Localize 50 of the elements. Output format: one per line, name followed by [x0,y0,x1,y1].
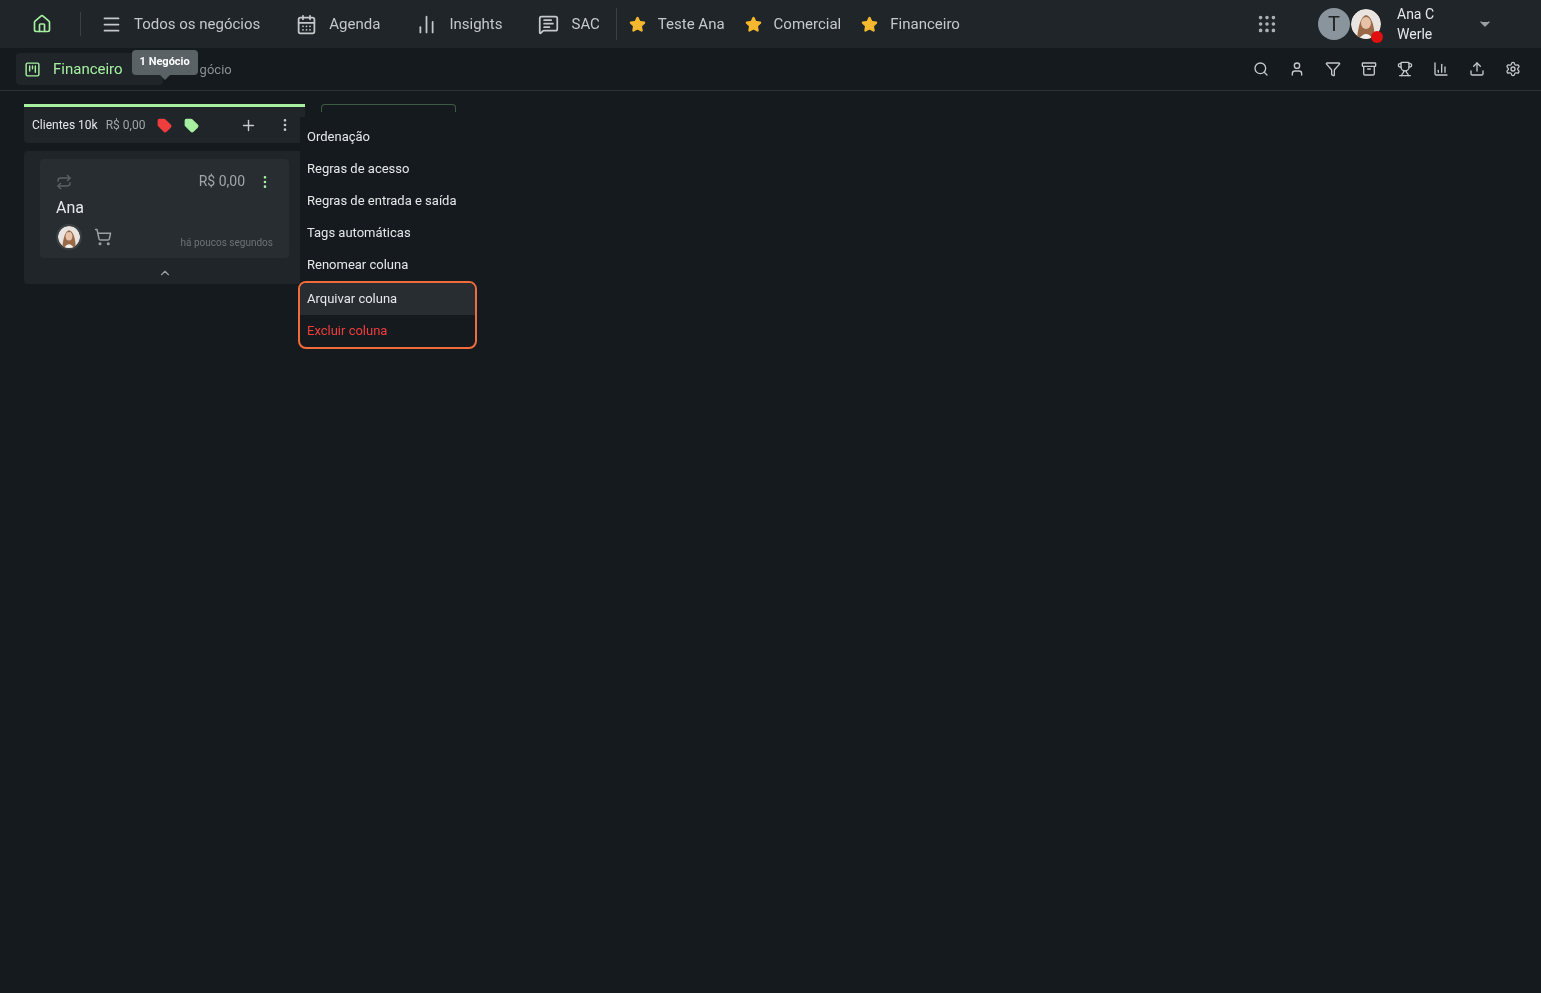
settings-button[interactable] [1505,61,1521,77]
search-icon [1253,61,1269,77]
star-icon [628,15,646,33]
card-time: há poucos segundos [180,236,273,250]
settings-icon [1505,61,1521,77]
home-icon [32,14,52,34]
menu-item[interactable]: Arquivar coluna [300,283,475,315]
favorite-link[interactable]: Comercial [744,12,842,36]
favorite-link[interactable]: Financeiro [861,12,960,36]
transfer-icon [56,173,72,190]
star-icon [744,15,762,33]
menu-item[interactable]: Regras de entrada e saída [300,185,477,217]
archive-button[interactable] [1361,61,1377,77]
bar-chart-button[interactable] [1433,61,1449,77]
column-title: Clientes 10k [32,117,98,134]
user-avatar[interactable]: T [1318,8,1350,40]
favorite-link[interactable]: Teste Ana [628,12,725,36]
chat-icon [538,13,560,35]
upload-button[interactable] [1469,61,1485,77]
nav-link[interactable]: SAC [538,12,600,36]
trophy-button[interactable] [1397,61,1413,77]
search-button[interactable] [1253,61,1269,77]
menu-item[interactable]: Renomear coluna [300,249,477,281]
tooltip-arrow [159,74,170,80]
menu-item[interactable]: Excluir coluna [300,315,475,347]
user-name: Ana C [1397,5,1436,24]
menu-item[interactable]: Ordenação [300,121,477,153]
archive-icon [1361,61,1377,77]
star-icon [861,15,879,33]
apps-grid-icon[interactable] [1256,13,1278,35]
upload-icon [1469,61,1485,77]
filter-button[interactable] [1325,61,1341,77]
card-name: Ana [56,197,85,219]
bar-chart-icon [1433,61,1449,77]
kanban-icon [24,60,41,78]
nav-link[interactable]: Agenda [296,12,381,36]
person-button[interactable] [1289,61,1305,77]
menu-item[interactable]: Regras de acesso [300,153,477,185]
card-value: R$ 0,00 [198,172,245,191]
trophy-icon [1397,61,1413,77]
menu-item[interactable]: Tags automáticas [300,217,477,249]
column-total: R$ 0,00 [105,117,146,134]
breadcrumb-text: gócio [199,62,232,77]
calendar-icon [296,13,318,35]
user-name: Werle [1397,25,1434,44]
person-icon [1289,61,1305,77]
filter-icon [1325,61,1341,77]
nav-link[interactable]: Todos os negócios [101,12,261,36]
nav-link[interactable]: Insights [416,12,503,36]
cart-icon [94,228,112,246]
